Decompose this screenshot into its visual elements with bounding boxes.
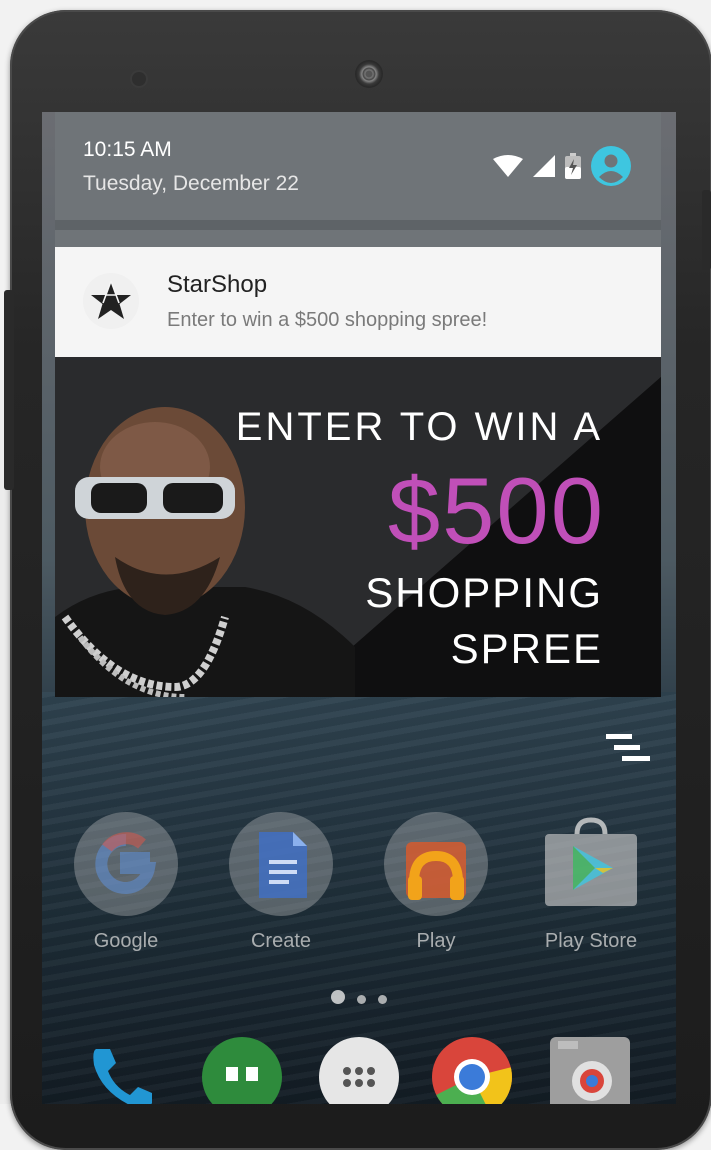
phone-screen: 10:15 AM Tuesday, December 22 StarShop E… (42, 112, 676, 1104)
page-dot (357, 995, 366, 1004)
phone-icon[interactable] (82, 1037, 162, 1104)
collapse-notifications-icon[interactable] (606, 734, 650, 764)
account-icon[interactable] (591, 146, 631, 186)
promo-amount: $500 (387, 458, 605, 563)
clock-time: 10:15 AM (83, 138, 172, 161)
app-create[interactable]: Create (216, 812, 346, 953)
page-dot-active (330, 990, 345, 1004)
notification-title: StarShop (167, 271, 268, 298)
notification-card[interactable]: StarShop Enter to win a $500 shopping sp… (55, 247, 661, 357)
play-music-icon (384, 812, 488, 916)
promo-subline-1: SHOPPING (365, 569, 603, 616)
star-icon (83, 273, 139, 329)
status-icons (493, 146, 631, 186)
volume-button (4, 290, 14, 490)
chrome-icon[interactable] (432, 1037, 512, 1104)
docs-icon (229, 812, 333, 916)
wifi-icon (493, 155, 523, 177)
front-camera (355, 60, 383, 88)
app-label: Create (250, 930, 312, 952)
clock-date[interactable]: Tuesday, December 22 (83, 172, 299, 196)
app-drawer-icon[interactable] (319, 1037, 399, 1104)
notification-text: Enter to win a $500 shopping spree! (167, 309, 488, 331)
proximity-sensor (132, 72, 146, 86)
page-dot (378, 995, 388, 1004)
app-label: Play (416, 930, 456, 952)
promo-subline-2: SPREE (450, 625, 603, 672)
app-play[interactable]: Play (371, 812, 501, 953)
app-label: Google (93, 930, 159, 952)
power-button (702, 190, 711, 270)
battery-charging-icon (565, 153, 581, 179)
signal-icon (533, 155, 555, 177)
app-label: Play Store (544, 930, 638, 952)
dock (42, 1037, 676, 1104)
hangouts-icon[interactable] (202, 1037, 282, 1104)
google-icon (74, 812, 178, 916)
app-google[interactable]: Google (61, 812, 191, 953)
home-app-row: Google Create Play Play Store (42, 812, 676, 972)
camera-icon[interactable] (550, 1037, 630, 1104)
play-store-icon (539, 812, 643, 916)
shade-divider (55, 220, 661, 230)
promo-banner[interactable]: ENTER TO WIN A $500 SHOPPING SPREE (55, 357, 661, 697)
page-indicator (42, 990, 676, 1009)
app-play-store[interactable]: Play Store (526, 812, 656, 953)
promo-headline: ENTER TO WIN A (235, 405, 603, 449)
